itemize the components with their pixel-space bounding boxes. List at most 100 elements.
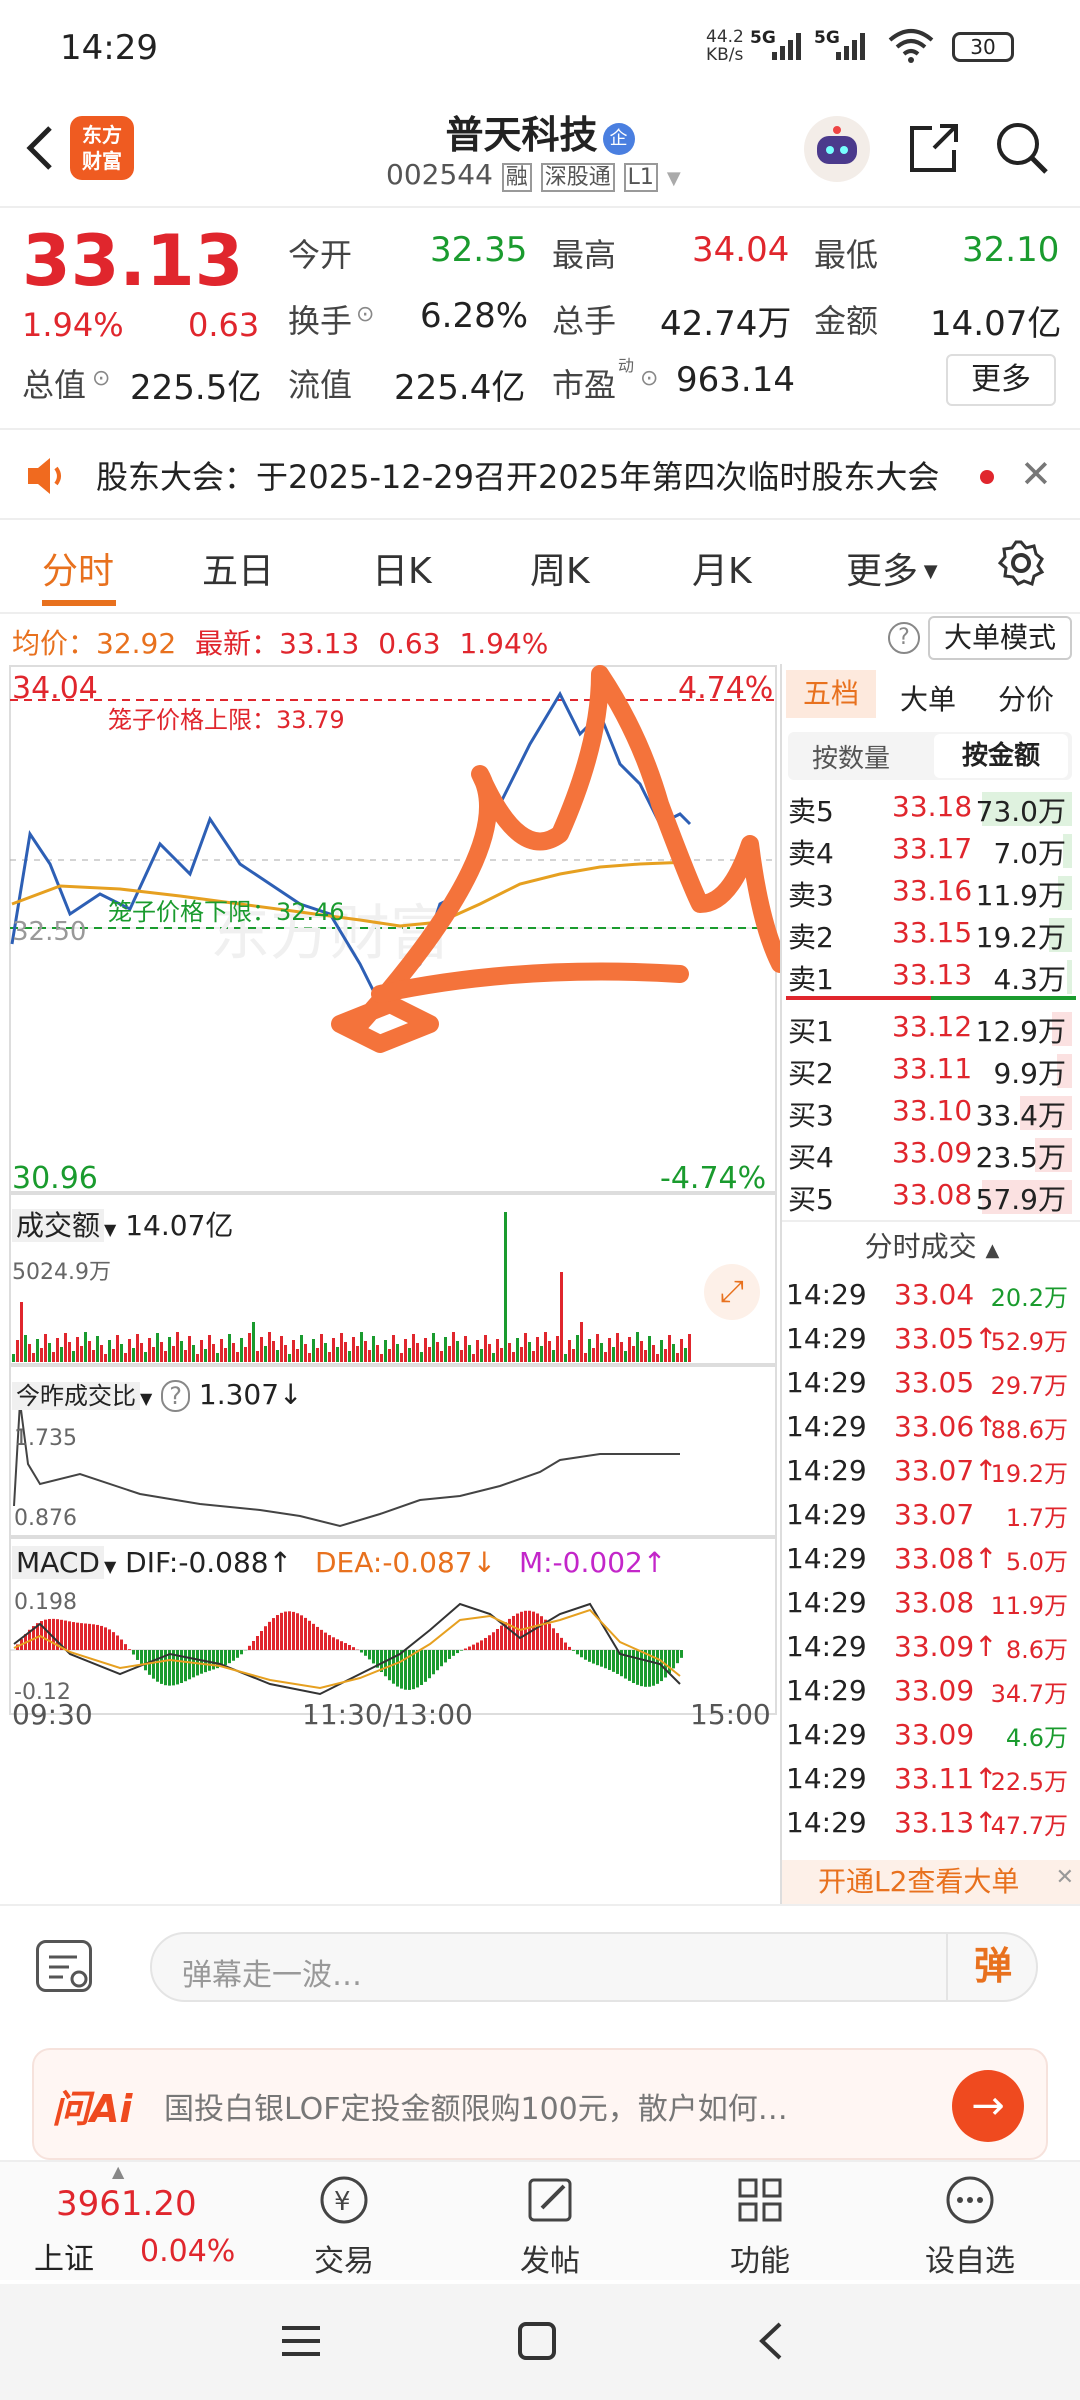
toggle-by-quantity[interactable]: 按数量 [812, 738, 890, 775]
bid-row[interactable]: 买2 33.11 9.9万 [782, 1050, 1072, 1090]
macd-bar [484, 1637, 487, 1650]
index-name: 上证 [34, 2242, 94, 2277]
volume-bar [436, 1342, 439, 1362]
tab-five-levels[interactable]: 五档 [786, 670, 876, 718]
edit-post-icon [528, 2178, 572, 2222]
trade-row: 14:29 33.07 1.7万 [782, 1494, 1072, 1538]
level-label: 卖3 [788, 879, 834, 912]
macd-axis-max: 0.198 [14, 1590, 77, 1615]
volume-bar [200, 1340, 203, 1362]
tab-more[interactable]: 更多 ▼ [846, 542, 938, 594]
macd-bar [548, 1623, 551, 1650]
tab-monthly-k[interactable]: 月K [692, 542, 752, 594]
volume-bar [40, 1348, 43, 1362]
intraday-chart-svg[interactable]: 东方财富 34.04 4.74% 30.96 -4.74% 32.50 笼子价格… [0, 664, 780, 1904]
ask-row[interactable]: 卖4 33.17 7.0万 [782, 830, 1072, 870]
volume-bar [592, 1348, 595, 1362]
macd-header[interactable]: MACD ▼ DIF:-0.088↑ DEA:-0.087↓ M:-0.002↑ [12, 1546, 666, 1579]
ai-question-bar[interactable]: 问Ai 国投白银LOF定投金额限购100元，散户如何… → [32, 2048, 1048, 2160]
volume-bar [448, 1346, 451, 1362]
toggle-by-amount[interactable]: 按金额 [934, 734, 1068, 778]
tab-big-orders[interactable]: 大单 [900, 678, 956, 718]
tab-price-distribution[interactable]: 分价 [998, 678, 1054, 718]
macd-bar [116, 1635, 119, 1650]
volume-bar [232, 1343, 235, 1362]
trade-price: 33.07 [894, 1498, 975, 1531]
volume-bar [412, 1334, 415, 1362]
ai-robot-avatar[interactable] [804, 116, 870, 182]
menu-icon[interactable] [276, 2316, 326, 2366]
ratio-value: 1.307 [198, 1378, 280, 1411]
stock-code-line[interactable]: 002544 融 深股通 L1 ▼ [386, 158, 681, 192]
big-order-mode-button[interactable]: 大单模式 [928, 616, 1072, 660]
macd-bar [292, 1611, 295, 1650]
ask-row[interactable]: 卖3 33.16 11.9万 [782, 872, 1072, 912]
arrow-right-icon[interactable]: → [952, 2070, 1024, 2142]
bid-levels: 买1 33.12 12.9万 买2 33.11 9.9万 买3 33.10 33.4万 买4 33.… [782, 1008, 1080, 1218]
notice-bar[interactable]: 股东大会：于2025-12-29召开2025年第四次临时股东大会 ✕ [0, 428, 1080, 520]
tab-five-day[interactable]: 五日 [202, 542, 274, 594]
macd-bar [312, 1623, 315, 1650]
bid-row[interactable]: 买4 33.09 23.5万 [782, 1134, 1072, 1174]
amount-value: 14.07亿 [930, 304, 1062, 344]
l2-banner[interactable]: 开通L2查看大单 ✕ [782, 1860, 1080, 1904]
info-circle-icon[interactable]: ⊙ [356, 302, 374, 327]
volume-header[interactable]: 成交额 ▼ 14.07亿 [12, 1204, 233, 1244]
trade-row: 14:29 33.05↑ 52.9万 [782, 1318, 1072, 1362]
trade-time: 14:29 [786, 1674, 867, 1707]
nav-post[interactable]: 发帖 [480, 2172, 620, 2280]
volume-bar [148, 1338, 151, 1362]
back-icon[interactable] [748, 2316, 798, 2366]
ratio-header[interactable]: 今昨成交比 ▼ ? 1.307↓ [12, 1376, 303, 1412]
volume-bar [260, 1337, 263, 1362]
pe-superscript: 动 [618, 356, 635, 375]
nav-trade[interactable]: ¥ 交易 [274, 2172, 414, 2280]
volume-bar [544, 1332, 547, 1362]
macd-bar [92, 1624, 95, 1650]
volume-bar [192, 1345, 195, 1362]
bid-row[interactable]: 买1 33.12 12.9万 [782, 1008, 1072, 1048]
stock-header: 东方 财富 普天科技 企 002544 融 深股通 L1 ▼ [0, 96, 1080, 208]
macd-bar [632, 1650, 635, 1684]
volume-bar [608, 1338, 611, 1362]
nav-add-watchlist[interactable]: 设自选 [900, 2172, 1040, 2280]
tab-weekly-k[interactable]: 周K [530, 542, 590, 594]
trade-time: 14:29 [786, 1718, 867, 1751]
trades-title[interactable]: 分时成交 ▲ [782, 1220, 1080, 1270]
home-icon[interactable] [512, 2316, 562, 2366]
volume-bar [156, 1333, 159, 1362]
tab-intraday[interactable]: 分时 [42, 542, 114, 594]
change-pct: 1.94% [22, 306, 124, 344]
macd-bar [340, 1641, 343, 1650]
bid-row[interactable]: 买5 33.08 57.9万 [782, 1176, 1072, 1216]
nav-functions[interactable]: 功能 [690, 2172, 830, 2280]
danmu-send-button[interactable]: 弹 [946, 1934, 1038, 2000]
trade-price: 33.06↑ [894, 1410, 998, 1443]
share-icon[interactable] [904, 118, 964, 178]
ask-row[interactable]: 卖1 33.13 4.3万 [782, 956, 1072, 996]
volume-bar [256, 1351, 259, 1362]
index-value[interactable]: 3961.20 [56, 2184, 197, 2224]
tab-daily-k[interactable]: 日K [372, 542, 432, 594]
search-icon[interactable] [992, 118, 1052, 178]
volume-bar [460, 1350, 463, 1362]
back-arrow-icon[interactable] [20, 120, 60, 176]
info-circle-icon[interactable]: ⊙ [92, 366, 110, 391]
close-icon[interactable]: ✕ [1020, 452, 1052, 496]
ask-row[interactable]: 卖2 33.15 19.2万 [782, 914, 1072, 954]
help-icon[interactable]: ? [888, 622, 920, 654]
more-button[interactable]: 更多 [946, 354, 1056, 406]
app-logo[interactable]: 东方 财富 [70, 116, 134, 180]
macd-bar [476, 1642, 479, 1650]
volume-bar [432, 1333, 435, 1362]
trade-time: 14:29 [786, 1366, 867, 1399]
danmu-settings-icon[interactable] [36, 1940, 92, 1992]
bid-row[interactable]: 买3 33.10 33.4万 [782, 1092, 1072, 1132]
expand-icon[interactable]: ⤢ [704, 1264, 760, 1320]
ask-row[interactable]: 卖5 33.18 73.0万 [782, 788, 1072, 828]
gear-icon[interactable] [996, 538, 1046, 588]
level-amount: 57.9万 [975, 1183, 1066, 1216]
info-circle-icon[interactable]: ⊙ [640, 366, 658, 391]
danmu-input[interactable]: 弹幕走一波… 弹 [150, 1932, 1038, 2002]
price-axis-mid: 32.50 [12, 917, 86, 947]
